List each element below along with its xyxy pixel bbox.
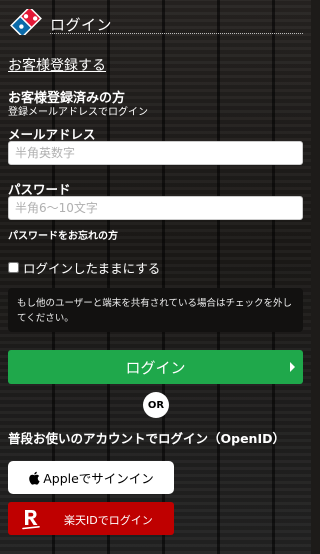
- or-divider: OR: [143, 392, 169, 418]
- header-divider: [50, 33, 303, 34]
- shared-device-notice: もし他のユーザーと端末を共有されている場合はチェックを外してください。: [8, 288, 303, 332]
- register-link[interactable]: お客様登録する: [8, 55, 106, 75]
- openid-title: 普段お使いのアカウントでログイン（OpenID）: [8, 431, 285, 446]
- email-field[interactable]: [8, 141, 303, 165]
- apple-icon: [29, 471, 40, 485]
- existing-customer-subtitle: 登録メールアドレスでログイン: [8, 107, 148, 118]
- login-button[interactable]: ログイン: [8, 350, 303, 384]
- page-header: ログイン: [8, 8, 303, 38]
- rakuten-r-icon: [22, 510, 40, 530]
- rakuten-login-button[interactable]: 楽天IDでログイン: [8, 502, 174, 535]
- rakuten-login-label: 楽天IDでログイン: [64, 514, 153, 527]
- keep-logged-in-checkbox[interactable]: [8, 262, 19, 273]
- password-field[interactable]: [8, 196, 303, 220]
- keep-logged-in-label: ログインしたままにする: [23, 261, 161, 276]
- forgot-password-link[interactable]: パスワードをお忘れの方: [8, 227, 118, 242]
- keep-logged-in-row[interactable]: ログインしたままにする: [8, 258, 160, 277]
- dominos-logo-icon: [10, 9, 42, 35]
- login-button-label: ログイン: [125, 358, 186, 377]
- apple-signin-button[interactable]: Appleでサインイン: [8, 461, 174, 494]
- apple-signin-label: Appleでサインイン: [43, 471, 154, 486]
- page-title: ログイン: [50, 16, 113, 34]
- login-page: ログイン お客様登録する お客様登録済みの方 登録メールアドレスでログイン メー…: [0, 0, 311, 554]
- chevron-right-icon: [290, 362, 295, 372]
